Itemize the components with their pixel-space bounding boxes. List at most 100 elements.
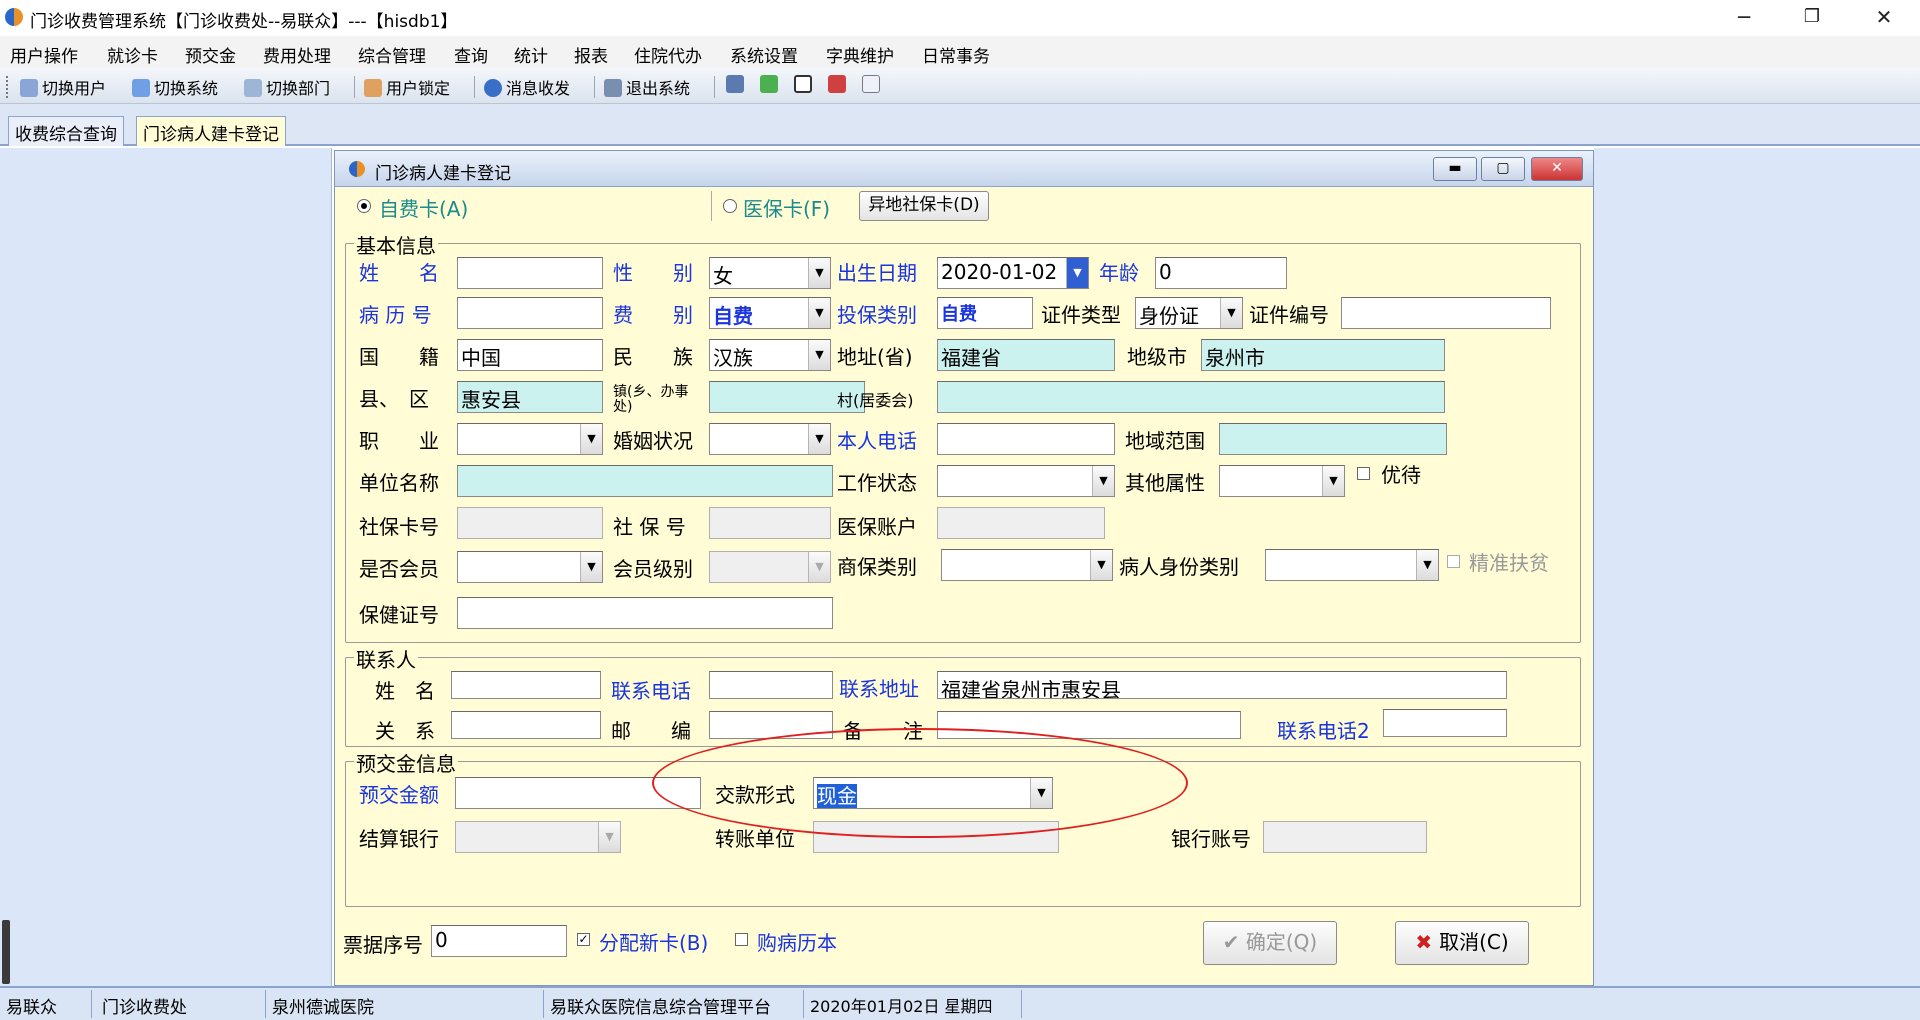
health-card-input[interactable] — [457, 597, 833, 629]
dialog-maximize-button[interactable]: ▢ — [1481, 157, 1525, 181]
menu-user-ops[interactable]: 用户操作 — [10, 42, 78, 67]
id-type-label: 证件类型 — [1041, 303, 1121, 327]
menu-reports[interactable]: 报表 — [574, 42, 608, 67]
menu-integrated-mgmt[interactable]: 综合管理 — [358, 42, 426, 67]
toolbar-separator — [714, 76, 715, 98]
contact-name-input[interactable] — [451, 671, 601, 699]
nationality-input[interactable]: 中国 — [457, 339, 603, 371]
vip-checkbox[interactable] — [1357, 467, 1370, 480]
insurance-label[interactable]: 医保卡(F) — [743, 193, 830, 222]
receipt-no-input[interactable]: 0 — [431, 925, 567, 957]
remote-social-card-button[interactable]: 异地社保卡(D) — [859, 191, 989, 221]
region-input[interactable] — [1219, 423, 1447, 455]
user-lock-button[interactable]: 用户锁定 — [364, 75, 450, 99]
province-input[interactable]: 福建省 — [937, 339, 1115, 371]
insurance-radio[interactable] — [723, 199, 737, 213]
age-input[interactable]: 0 — [1155, 257, 1287, 289]
work-status-select[interactable]: ▼ — [937, 465, 1115, 497]
tab-fee-query[interactable]: 收费综合查询 — [8, 116, 124, 146]
status-hospital: 泉州德诚医院 — [266, 990, 544, 1018]
menu-inpatient-agency[interactable]: 住院代办 — [634, 42, 702, 67]
prepay-legend: 预交金信息 — [354, 748, 458, 777]
contact-address-input[interactable]: 福建省泉州市惠安县 — [937, 671, 1507, 699]
city-input[interactable]: 泉州市 — [1201, 339, 1445, 371]
switch-user-button[interactable]: 切换用户 — [20, 75, 106, 99]
menu-system-settings[interactable]: 系统设置 — [730, 42, 798, 67]
nationality-label: 国 籍 — [359, 345, 439, 369]
poverty-checkbox[interactable] — [1447, 555, 1460, 568]
menu-query[interactable]: 查询 — [454, 42, 488, 67]
print-tool-button[interactable] — [828, 75, 850, 94]
menu-clinic-card[interactable]: 就诊卡 — [107, 42, 158, 67]
tab-card-registration[interactable]: 门诊病人建卡登记 — [136, 116, 286, 146]
insurance-type-input[interactable]: 自费 — [937, 297, 1033, 329]
marital-select[interactable]: ▼ — [709, 423, 831, 455]
name-input[interactable] — [457, 257, 603, 289]
gender-select[interactable]: 女 ▼ — [709, 257, 831, 289]
county-input[interactable]: 惠安县 — [457, 381, 603, 413]
form-tool-button[interactable] — [862, 75, 884, 94]
relation-input[interactable] — [451, 711, 601, 739]
contact-phone-input[interactable] — [709, 671, 833, 699]
self-pay-radio[interactable] — [357, 199, 371, 213]
bank-account-input[interactable] — [1263, 821, 1427, 853]
chevron-down-icon: ▼ — [1322, 466, 1344, 496]
ss-card-input[interactable] — [457, 507, 603, 539]
assign-new-card-label: 分配新卡(B) — [599, 931, 709, 955]
settle-bank-select[interactable]: ▼ — [455, 821, 621, 853]
menu-fee-processing[interactable]: 费用处理 — [263, 42, 331, 67]
dialog-minimize-button[interactable]: ▬ — [1433, 157, 1477, 181]
restore-button[interactable]: ❐ — [1784, 0, 1840, 36]
village-input[interactable] — [937, 381, 1445, 413]
scroll-indicator[interactable] — [2, 920, 10, 984]
toolbar-grip — [6, 76, 8, 98]
dob-picker[interactable]: 2020-01-02 ▼ — [937, 257, 1089, 289]
buy-record-book-label: 购病历本 — [757, 931, 837, 955]
member-label: 是否会员 — [359, 557, 439, 581]
employer-input[interactable] — [457, 465, 833, 497]
phone-input[interactable] — [937, 423, 1115, 455]
fee-type-select[interactable]: 自费 ▼ — [709, 297, 831, 329]
check-icon: ✔ — [1222, 930, 1246, 954]
buy-record-book-checkbox[interactable] — [735, 933, 748, 946]
switch-system-button[interactable]: 切换系统 — [132, 75, 218, 99]
member-level-label: 会员级别 — [613, 557, 693, 581]
cancel-button[interactable]: ✖ 取消(C) — [1395, 921, 1529, 965]
menu-statistics[interactable]: 统计 — [514, 42, 548, 67]
assign-new-card-checkbox[interactable]: ✓ — [577, 933, 590, 946]
record-no-input[interactable] — [457, 297, 603, 329]
menu-dictionary[interactable]: 字典维护 — [826, 42, 894, 67]
insurance-type-label: 投保类别 — [837, 303, 917, 327]
vip-label: 优待 — [1381, 463, 1421, 487]
exit-system-button[interactable]: 退出系统 — [604, 75, 690, 99]
commercial-ins-select[interactable]: ▼ — [941, 549, 1113, 581]
health-card-label: 保健证号 — [359, 603, 439, 627]
member-level-select[interactable]: ▼ — [709, 551, 831, 583]
cross-icon: ✖ — [1415, 930, 1440, 954]
menu-prepay[interactable]: 预交金 — [185, 42, 236, 67]
occupation-select[interactable]: ▼ — [457, 423, 603, 455]
other-attr-select[interactable]: ▼ — [1219, 465, 1345, 497]
member-select[interactable]: ▼ — [457, 551, 603, 583]
close-button[interactable]: ✕ — [1856, 0, 1912, 36]
id-number-input[interactable] — [1341, 297, 1551, 329]
id-type-select[interactable]: 身份证 ▼ — [1135, 297, 1243, 329]
check-tool-button[interactable] — [794, 75, 816, 94]
chevron-down-icon: ▼ — [1090, 550, 1112, 580]
menu-bar: 用户操作 就诊卡 预交金 费用处理 综合管理 查询 统计 报表 住院代办 系统设… — [0, 36, 1920, 68]
menu-daily-affairs[interactable]: 日常事务 — [922, 42, 990, 67]
med-account-input[interactable] — [937, 507, 1105, 539]
self-pay-label[interactable]: 自费卡(A) — [379, 193, 468, 222]
gender-label: 性 别 — [613, 261, 693, 285]
contact-phone2-input[interactable] — [1383, 709, 1507, 737]
confirm-button[interactable]: ✔ 确定(Q) — [1203, 921, 1337, 965]
minimize-button[interactable]: ─ — [1716, 0, 1772, 36]
patient-identity-select[interactable]: ▼ — [1265, 549, 1439, 581]
money-tool-button[interactable] — [760, 75, 782, 94]
dialog-close-button[interactable]: ✕ — [1531, 157, 1583, 181]
ethnicity-select[interactable]: 汉族 ▼ — [709, 339, 831, 371]
edit-tool-button[interactable] — [726, 75, 748, 94]
ss-number-input[interactable] — [709, 507, 831, 539]
switch-dept-button[interactable]: 切换部门 — [244, 75, 330, 99]
message-button[interactable]: 消息收发 — [484, 75, 570, 99]
